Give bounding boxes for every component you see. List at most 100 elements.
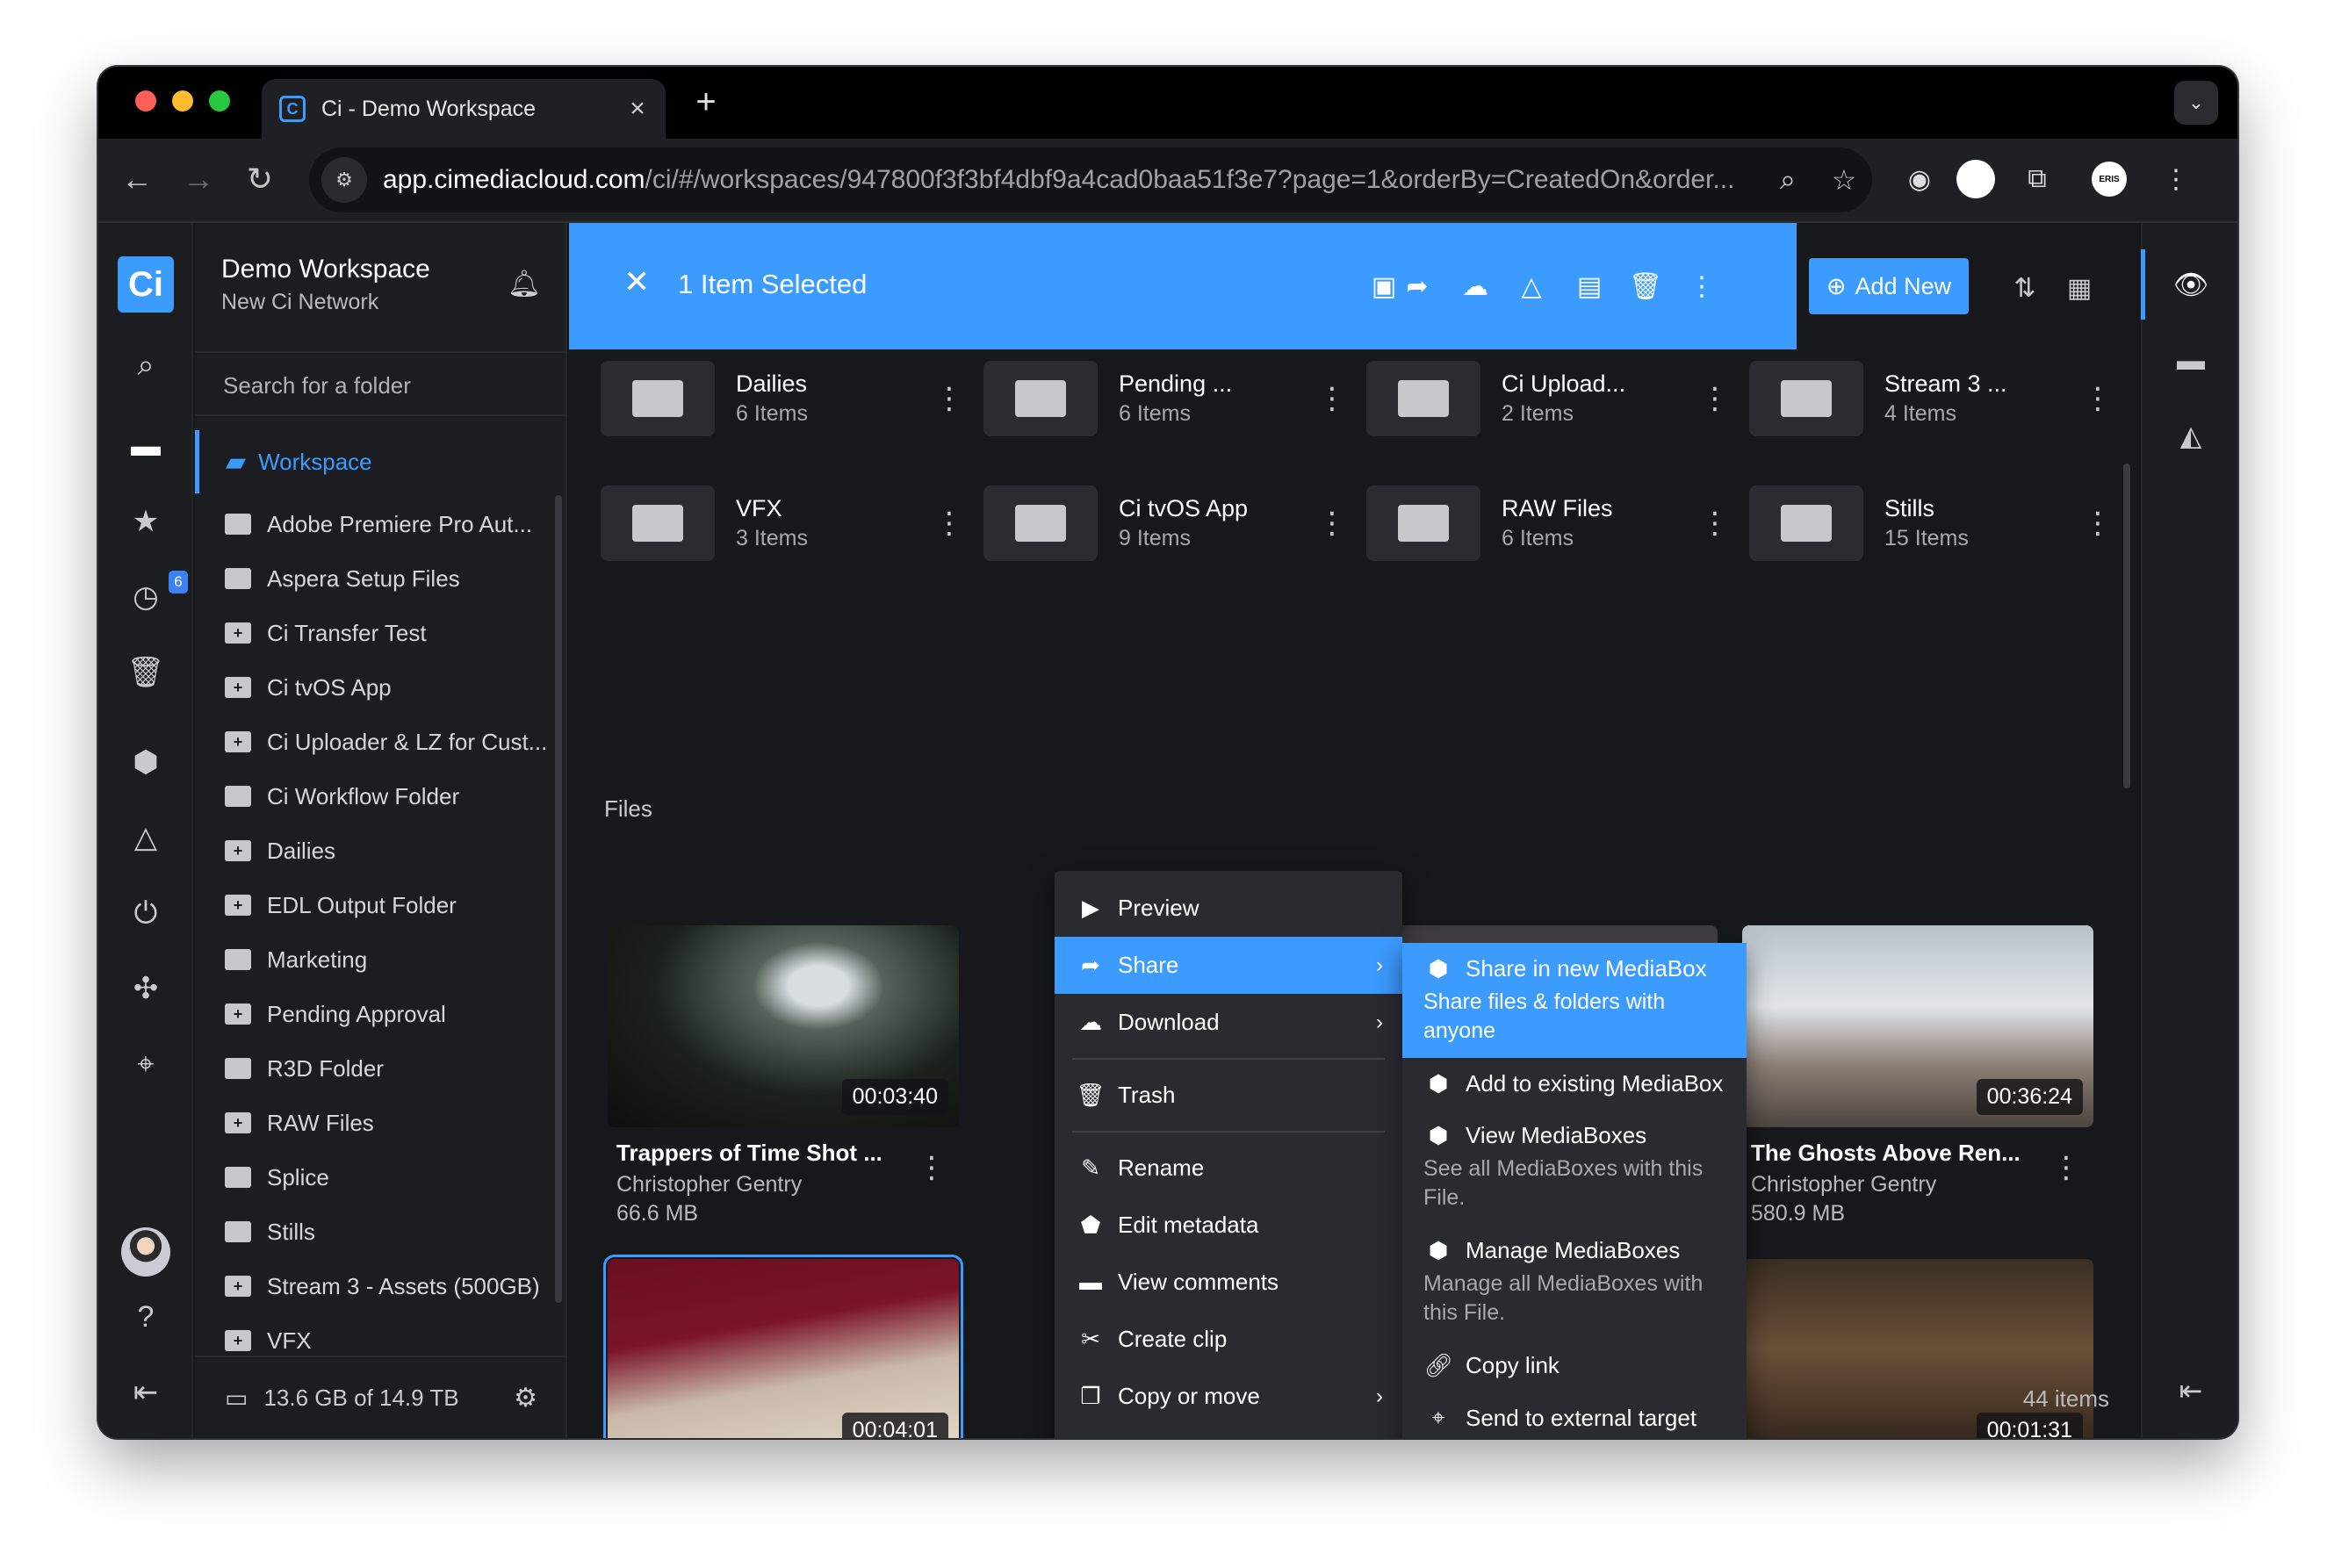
file-title[interactable]: Trappers of Time Shot ... [608, 1140, 906, 1167]
submenu-item-copy-link[interactable]: 🔗︎ Copy link [1402, 1340, 1747, 1392]
folder-card[interactable]: Stills 15 Items ⋮ [1749, 481, 2113, 565]
more-vertical-icon[interactable]: ⋮ [1317, 506, 1347, 541]
folder-tree-item[interactable]: R3D Folder [195, 1041, 557, 1096]
more-vertical-icon[interactable]: ⋮ [1682, 267, 1721, 306]
folder-search-input[interactable]: Search for a folder [195, 351, 567, 416]
folder-tree-item[interactable]: Marketing [195, 932, 557, 987]
folder-card[interactable]: Stream 3 ... 4 Items ⋮ [1749, 356, 2113, 441]
folder-tree-item[interactable]: + Ci Transfer Test [195, 606, 557, 660]
folder-tree-item[interactable]: + Ci Uploader & LZ for Cust... [195, 715, 557, 769]
file-thumbnail[interactable]: 00:03:40 [608, 925, 959, 1127]
folder-card[interactable]: Ci tvOS App 9 Items ⋮ [983, 481, 1347, 565]
extensions-puzzle-icon[interactable]: ⧉ [2013, 155, 2062, 204]
cloud-download-icon[interactable]: ☁ [1456, 267, 1495, 306]
folder-card[interactable]: RAW Files 6 Items ⋮ [1366, 481, 1730, 565]
menu-item-rename[interactable]: ✎ Rename [1055, 1140, 1402, 1197]
user-avatar[interactable] [121, 1227, 170, 1277]
more-vertical-icon[interactable]: ⋮ [1700, 506, 1730, 541]
url-text[interactable]: app.cimediacloud.com/ci/#/workspaces/947… [383, 165, 1760, 195]
eye-icon[interactable]: 👁︎ [2143, 260, 2237, 309]
maximize-window-button[interactable] [209, 90, 230, 111]
menu-item-view-comments[interactable]: ▬ View comments [1055, 1254, 1402, 1311]
share-icon[interactable]: ➦ [1398, 267, 1437, 306]
collapse-icon[interactable]: ⇤ [98, 1368, 193, 1417]
folder-tree-item[interactable]: + Dailies [195, 824, 557, 878]
clear-selection-icon[interactable]: ✕ [623, 263, 650, 300]
folder-tree-item[interactable]: Aspera Setup Files [195, 551, 557, 606]
submenu-item-manage-mediaboxes[interactable]: ⬢ Manage MediaBoxes Manage all MediaBoxes … [1402, 1225, 1747, 1340]
file-card[interactable]: 00:04:01Details In the Distance ...Chris… [603, 1255, 963, 1438]
star-icon[interactable]: ★ [98, 497, 193, 546]
more-vertical-icon[interactable]: ⋮ [917, 1150, 947, 1185]
new-tab-button[interactable]: + [687, 83, 725, 122]
submenu-item-add-to-existing-mediabox[interactable]: ⬢ Add to existing MediaBox [1402, 1058, 1747, 1110]
trash-icon[interactable]: 🗑 [98, 648, 193, 697]
file-card[interactable]: 00:03:40 Trappers of Time Shot ... Christo… [608, 925, 959, 1259]
cloud-icon[interactable]: △ [98, 813, 193, 862]
extension-grammarly-icon[interactable]: ◉ [1895, 155, 1944, 204]
tab-close-icon[interactable]: × [620, 94, 655, 124]
file-title[interactable]: The Ghosts Above Ren... [1742, 1140, 2041, 1167]
file-card[interactable]: 00:36:24 The Ghosts Above Ren... Christoph… [1742, 925, 2093, 1259]
folder-tree-item[interactable]: Splice [195, 1150, 557, 1205]
more-vertical-icon[interactable]: ⋮ [1317, 381, 1347, 416]
profile-avatar-icon[interactable] [1951, 155, 2000, 204]
cloud-icon[interactable]: △ [1512, 267, 1551, 306]
folder-tree-item[interactable]: + RAW Files [195, 1096, 557, 1150]
zoom-icon[interactable]: ⌕ [1760, 163, 1816, 197]
search-icon[interactable]: ⌕ [98, 341, 193, 390]
file-thumbnail[interactable]: 00:04:01 [603, 1255, 963, 1438]
menu-item-preview[interactable]: ▶ Preview [1055, 880, 1402, 937]
forward-icon[interactable]: → [177, 158, 220, 200]
add-new-button[interactable]: ⊕ Add New [1809, 258, 1969, 314]
bookmark-star-icon[interactable]: ☆ [1816, 163, 1872, 197]
more-vertical-icon[interactable]: ⋮ [2083, 381, 2113, 416]
folder-card[interactable]: Ci Upload... 2 Items ⋮ [1366, 356, 1730, 441]
comment-icon[interactable]: ▬ [2143, 335, 2237, 385]
folder-tree-item[interactable]: + Stream 3 - Assets (500GB) [195, 1259, 557, 1313]
folder-card[interactable]: VFX 3 Items ⋮ [601, 481, 964, 565]
reload-icon[interactable]: ↻ [239, 158, 281, 200]
close-window-button[interactable] [135, 90, 156, 111]
power-icon[interactable]: ⏻ [98, 888, 193, 938]
menu-item-edit-metadata[interactable]: ⬟ Edit metadata [1055, 1197, 1402, 1254]
more-vertical-icon[interactable]: ⋮ [934, 506, 964, 541]
grid-view-icon[interactable]: ▦ [2060, 269, 2099, 307]
folder-card[interactable]: Pending ... 6 Items ⋮ [983, 356, 1347, 441]
shapes-icon[interactable]: ◭ [2143, 411, 2237, 460]
folder-tree-item[interactable]: Stills [195, 1205, 557, 1259]
more-vertical-icon[interactable]: ⋮ [2083, 506, 2113, 541]
more-vertical-icon[interactable]: ⋮ [2051, 1150, 2081, 1185]
menu-item-download[interactable]: ☁ Download › [1055, 994, 1402, 1051]
menu-item-create-clip[interactable]: ✂ Create clip [1055, 1311, 1402, 1368]
cube-icon[interactable]: ⬢ [98, 737, 193, 787]
trash-icon[interactable]: 🗑 [1626, 267, 1665, 306]
tab-search-button[interactable]: ⌄ [2174, 81, 2218, 125]
help-icon[interactable]: ? [98, 1292, 193, 1341]
bell-icon[interactable]: 🔔︎ [508, 269, 541, 299]
workspace-title[interactable]: Demo Workspace [221, 255, 430, 284]
more-vertical-icon[interactable]: ⋮ [1700, 381, 1730, 416]
folder-tree-item[interactable]: Ci Workflow Folder [195, 769, 557, 824]
folder-card[interactable]: Dailies 6 Items ⋮ [601, 356, 964, 441]
panel-scrollbar[interactable] [555, 495, 562, 1303]
minimize-window-button[interactable] [172, 90, 193, 111]
folder-tree-item[interactable]: Adobe Premiere Pro Aut... [195, 497, 557, 551]
submenu-item-share-in-new-mediabox[interactable]: ⬢ Share in new MediaBox Share files & fold… [1402, 943, 1747, 1058]
menu-item-trash[interactable]: 🗑 Trash [1055, 1067, 1402, 1124]
folder-icon[interactable]: ▬ [98, 421, 193, 471]
site-info-icon[interactable]: ⚙ [321, 157, 367, 203]
browser-menu-icon[interactable]: ⋮ [2151, 155, 2201, 204]
submenu-item-view-mediaboxes[interactable]: ⬢ View MediaBoxes See all MediaBoxes with … [1402, 1110, 1747, 1225]
sort-icon[interactable]: ⇅ [2006, 269, 2044, 307]
folder-tree-item[interactable]: + Ci tvOS App [195, 660, 557, 715]
eris-extension-icon[interactable]: ERIS [2085, 155, 2134, 204]
folder-tree-item[interactable]: + EDL Output Folder [195, 878, 557, 932]
menu-item-launch-app[interactable]: △Launch app› [1055, 1425, 1402, 1438]
collapse-right-icon[interactable]: ⇤ [2143, 1366, 2237, 1415]
ci-logo[interactable]: Ci [118, 256, 174, 313]
workflow-icon[interactable]: ✣ [98, 964, 193, 1013]
gear-icon[interactable]: ⚙ [514, 1383, 537, 1413]
target-icon[interactable]: ⌖ [98, 1039, 193, 1089]
browser-tab[interactable]: C Ci - Demo Workspace × [262, 79, 666, 139]
